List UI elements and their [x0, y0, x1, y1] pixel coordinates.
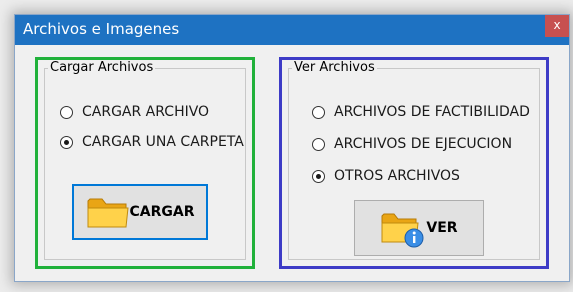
radio-label: CARGAR ARCHIVO — [82, 104, 210, 120]
dialog-body: Cargar Archivos CARGAR ARCHIVO CARGAR UN… — [15, 45, 569, 281]
radio-cargar-archivo[interactable]: CARGAR ARCHIVO — [60, 104, 209, 120]
radio-label: ARCHIVOS DE FACTIBILIDAD — [334, 104, 530, 120]
radio-indicator[interactable] — [312, 105, 325, 119]
radio-indicator[interactable] — [60, 135, 73, 149]
archivos-dialog: Archivos e Imagenes x Cargar Archivos CA… — [14, 14, 570, 282]
radio-label: OTROS ARCHIVOS — [334, 168, 460, 184]
radio-cargar-carpeta[interactable]: CARGAR UNA CARPETA — [60, 134, 244, 150]
upload-group: Cargar Archivos CARGAR ARCHIVO CARGAR UN… — [35, 57, 255, 269]
cargar-button-label: CARGAR — [129, 204, 195, 220]
window-title: Archivos e Imagenes — [23, 20, 180, 38]
ver-button[interactable]: VER — [354, 200, 484, 256]
folder-info-icon — [380, 208, 426, 248]
radio-archivos-factibilidad[interactable]: ARCHIVOS DE FACTIBILIDAD — [312, 104, 530, 120]
radio-label: CARGAR UNA CARPETA — [82, 134, 244, 150]
folder-icon — [86, 193, 130, 231]
ver-button-label: VER — [426, 220, 458, 236]
view-group-title: Ver Archivos — [292, 60, 377, 75]
cargar-button[interactable]: CARGAR — [72, 184, 208, 240]
radio-indicator[interactable] — [312, 169, 325, 183]
title-bar[interactable]: Archivos e Imagenes x — [15, 15, 569, 45]
radio-indicator[interactable] — [312, 137, 325, 151]
radio-label: ARCHIVOS DE EJECUCION — [334, 136, 513, 152]
upload-group-title: Cargar Archivos — [48, 60, 156, 75]
radio-otros-archivos[interactable]: OTROS ARCHIVOS — [312, 168, 460, 184]
close-icon: x — [553, 18, 561, 32]
close-button[interactable]: x — [545, 15, 569, 37]
view-group: Ver Archivos ARCHIVOS DE FACTIBILIDAD AR… — [279, 57, 549, 269]
radio-indicator[interactable] — [60, 105, 73, 119]
radio-archivos-ejecucion[interactable]: ARCHIVOS DE EJECUCION — [312, 136, 512, 152]
